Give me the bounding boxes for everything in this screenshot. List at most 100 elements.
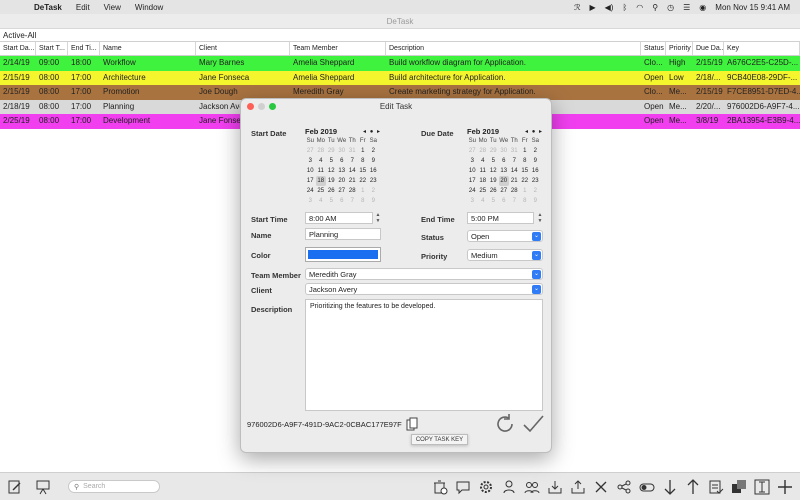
calendar-day[interactable]: 1 — [520, 186, 531, 196]
calendar-day[interactable]: 6 — [499, 156, 510, 166]
calendar-day[interactable]: 7 — [347, 156, 358, 166]
calendar-day[interactable]: 1 — [520, 146, 531, 156]
table-row[interactable]: 2/15/19 08:00 17:00 Architecture Jane Fonsec… — [0, 70, 800, 85]
calendar-day[interactable]: 10 — [467, 166, 478, 176]
calendar-day[interactable]: 22 — [520, 176, 531, 186]
calendar-day[interactable]: 2 — [530, 146, 541, 156]
menu-view[interactable]: View — [104, 3, 121, 12]
calendar-day[interactable]: 16 — [530, 166, 541, 176]
control-center-icon[interactable]: ☰ — [683, 3, 690, 12]
status-app-icon[interactable]: ℛ — [574, 3, 580, 12]
calendar-day[interactable]: 14 — [347, 166, 358, 176]
calendar-day[interactable]: 27 — [305, 146, 316, 156]
calendar-day[interactable]: 6 — [499, 196, 510, 206]
bluetooth-icon[interactable]: ᛒ — [622, 3, 627, 12]
calendar-day[interactable]: 27 — [467, 146, 478, 156]
close-window-button[interactable] — [247, 103, 254, 110]
calendar-day[interactable]: 4 — [478, 156, 489, 166]
spotlight-icon[interactable]: ⚲ — [652, 3, 658, 12]
filter-label[interactable]: Active-All — [0, 29, 800, 42]
calendar-day[interactable]: 6 — [337, 156, 348, 166]
calendar-day[interactable]: 20 — [498, 176, 509, 186]
calendar-day[interactable]: 9 — [530, 156, 541, 166]
calendar-day[interactable]: 20 — [337, 176, 348, 186]
calendar-day[interactable]: 28 — [347, 186, 358, 196]
copy-key-icon[interactable] — [406, 417, 418, 433]
import-icon[interactable] — [544, 476, 566, 498]
calendar-day[interactable]: 5 — [326, 156, 337, 166]
column-header[interactable]: Team Member — [290, 42, 386, 55]
calendar-day[interactable]: 26 — [326, 186, 337, 196]
edit-icon[interactable] — [4, 476, 26, 498]
calendar-day[interactable]: 8 — [520, 196, 531, 206]
calendar-day[interactable]: 27 — [499, 186, 510, 196]
calendar-day[interactable]: 7 — [509, 156, 520, 166]
calendar-day[interactable]: 21 — [347, 176, 358, 186]
column-header[interactable]: Key — [724, 42, 800, 55]
calendar-day[interactable]: 2 — [368, 146, 379, 156]
gear-icon[interactable] — [475, 476, 497, 498]
calendar-day[interactable]: 10 — [305, 166, 316, 176]
wifi-icon[interactable]: ◠ — [636, 3, 643, 12]
calendar-nav-icon[interactable]: ◂ ● ▸ — [363, 128, 381, 135]
calendar-day[interactable]: 15 — [520, 166, 531, 176]
calendar-day[interactable]: 23 — [530, 176, 541, 186]
calendar-day[interactable]: 5 — [488, 156, 499, 166]
calendar-day[interactable]: 29 — [488, 146, 499, 156]
color-well[interactable] — [305, 247, 381, 262]
calendar-day[interactable]: 16 — [368, 166, 379, 176]
calendar-day[interactable]: 3 — [467, 196, 478, 206]
calendar-day[interactable]: 28 — [509, 186, 520, 196]
calendar-day[interactable]: 26 — [488, 186, 499, 196]
calendar-day[interactable]: 5 — [488, 196, 499, 206]
checklist-icon[interactable] — [705, 476, 727, 498]
menubar-datetime[interactable]: Mon Nov 15 9:41 AM — [715, 3, 790, 12]
checkmark-icon[interactable] — [521, 412, 545, 438]
calendar-day[interactable]: 1 — [358, 186, 369, 196]
client-popup[interactable]: Jackson Avery ⌄ — [305, 283, 543, 295]
text-cursor-icon[interactable] — [751, 476, 773, 498]
calendar-day[interactable]: 17 — [467, 176, 478, 186]
calendar-day[interactable]: 30 — [499, 146, 510, 156]
column-header[interactable]: Client — [196, 42, 290, 55]
name-field[interactable]: Planning — [305, 228, 381, 240]
calendar-day[interactable]: 22 — [358, 176, 369, 186]
calendar-day[interactable]: 5 — [326, 196, 337, 206]
calendar-day[interactable]: 6 — [337, 196, 348, 206]
share-icon[interactable] — [613, 476, 635, 498]
calendar-day[interactable]: 2 — [368, 186, 379, 196]
calendar-day[interactable]: 31 — [509, 146, 520, 156]
export-icon[interactable] — [567, 476, 589, 498]
start-date-calendar[interactable]: Feb 2019 ◂ ● ▸ Su Mo Tu We Th Fr Sa 27 28 29 30 31 1 2… — [305, 126, 381, 206]
calendar-day[interactable]: 25 — [478, 186, 489, 196]
comment-icon[interactable] — [452, 476, 474, 498]
end-time-field[interactable]: 5:00 PM — [467, 212, 534, 224]
calendar-day[interactable]: 7 — [347, 196, 358, 206]
column-header[interactable]: Start T... — [36, 42, 68, 55]
calendar-day[interactable]: 18 — [315, 176, 326, 186]
calendar-day[interactable]: 30 — [337, 146, 348, 156]
start-time-field[interactable]: 8:00 AM — [305, 212, 373, 224]
volume-icon[interactable]: ◀︎) — [605, 3, 614, 12]
zoom-window-button[interactable] — [269, 103, 276, 110]
calendar-day[interactable]: 31 — [347, 146, 358, 156]
description-textarea[interactable]: Prioritizing the features to be develope… — [305, 299, 543, 411]
clock-icon[interactable]: ◷ — [667, 3, 674, 12]
play-icon[interactable]: ▶ — [590, 3, 596, 12]
revert-icon[interactable] — [493, 412, 517, 438]
calendar-day[interactable]: 27 — [337, 186, 348, 196]
column-header[interactable]: Name — [100, 42, 196, 55]
priority-popup[interactable]: Medium ⌄ — [467, 249, 543, 261]
arrow-up-icon[interactable] — [682, 476, 704, 498]
calendar-day[interactable]: 13 — [499, 166, 510, 176]
calendar-day[interactable]: 11 — [316, 166, 327, 176]
table-row[interactable]: 2/14/19 09:00 18:00 Workflow Mary Barnes Amel… — [0, 56, 800, 71]
calendar-day[interactable]: 3 — [305, 156, 316, 166]
siri-icon[interactable]: ◉ — [699, 3, 706, 12]
money-user-icon[interactable] — [498, 476, 520, 498]
calendar-day[interactable]: 4 — [316, 156, 327, 166]
menu-window[interactable]: Window — [135, 3, 163, 12]
calendar-day[interactable]: 8 — [358, 196, 369, 206]
menu-app-name[interactable]: DeTask — [34, 3, 62, 12]
calendar-day[interactable]: 14 — [509, 166, 520, 176]
